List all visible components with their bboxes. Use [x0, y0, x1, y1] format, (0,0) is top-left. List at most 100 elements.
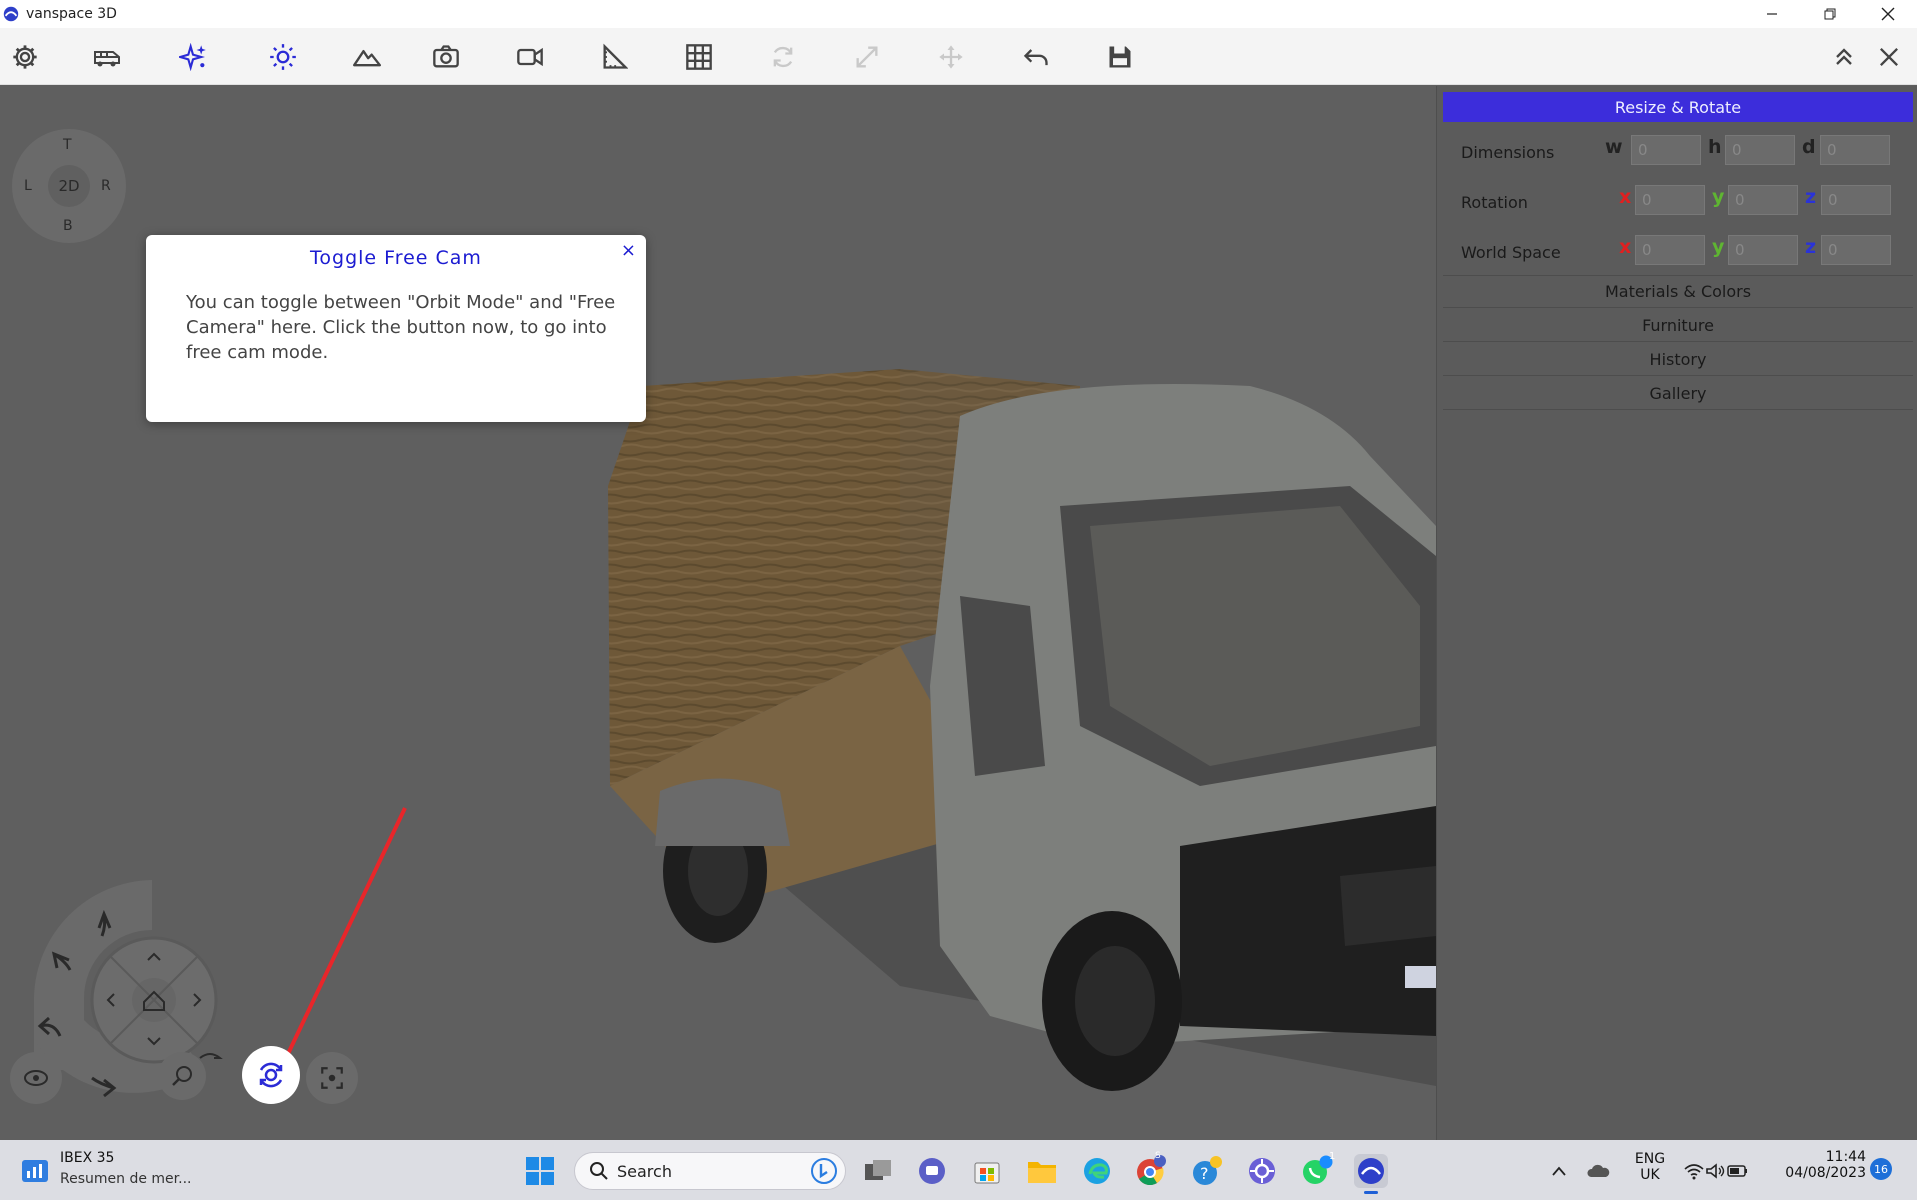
free-cam-toggle-button[interactable] [242, 1046, 300, 1104]
edge-browser-icon [1084, 1158, 1110, 1184]
lighting-button[interactable] [268, 42, 298, 72]
world-y-input[interactable]: 0 [1728, 235, 1798, 265]
properties-panel: Resize & Rotate Dimensions w 0 h 0 d 0 R… [1436, 86, 1917, 1140]
minimize-button[interactable] [1743, 0, 1801, 28]
rotation-y-input[interactable]: 0 [1728, 185, 1798, 215]
world-z-input[interactable]: 0 [1821, 235, 1891, 265]
section-materials-colors[interactable]: Materials & Colors [1443, 275, 1913, 308]
close-panel-button[interactable] [1874, 42, 1904, 72]
video-button[interactable] [515, 42, 545, 72]
tooltip-body: You can toggle between "Orbit Mode" and … [186, 292, 616, 363]
camera-icon [433, 45, 459, 68]
dimension-h-input[interactable]: 0 [1725, 135, 1795, 165]
video-camera-icon [517, 47, 543, 67]
grid-button[interactable] [684, 42, 714, 72]
chat-icon [919, 1158, 945, 1184]
dimension-w-input[interactable]: 0 [1631, 135, 1701, 165]
edge-button[interactable] [1080, 1154, 1114, 1188]
get-help-button[interactable]: ? [1190, 1154, 1224, 1188]
navigation-pad[interactable] [24, 870, 284, 1130]
world-x-input[interactable]: 0 [1635, 235, 1705, 265]
notification-count-badge[interactable]: 16 [1870, 1158, 1892, 1180]
visibility-button[interactable] [10, 1052, 62, 1104]
main-toolbar [0, 28, 1917, 85]
language-code: ENG [1634, 1151, 1666, 1167]
show-hidden-icons-button[interactable] [1542, 1154, 1576, 1188]
svg-text:?: ? [1200, 1164, 1209, 1183]
tooltip-close-button[interactable]: × [621, 240, 636, 261]
start-button[interactable] [523, 1154, 557, 1188]
section-furniture[interactable]: Furniture [1443, 309, 1913, 342]
rotation-z-label: z [1805, 186, 1817, 208]
free-cam-tooltip: Toggle Free Cam × You can toggle between… [146, 235, 646, 422]
whatsapp-button[interactable]: 1 [1300, 1151, 1335, 1188]
view-top-button[interactable]: T [63, 137, 72, 153]
file-explorer-button[interactable] [1025, 1154, 1059, 1188]
effects-button[interactable] [178, 42, 208, 72]
view-bottom-button[interactable]: B [63, 218, 73, 234]
cloud-icon [1587, 1164, 1610, 1177]
focus-button[interactable] [306, 1052, 358, 1104]
move-tool-button[interactable] [936, 42, 966, 72]
world-z-label: z [1805, 236, 1817, 258]
vanspace-icon [1358, 1158, 1384, 1184]
taskbar-search[interactable]: Search [574, 1152, 846, 1190]
section-gallery[interactable]: Gallery [1443, 377, 1913, 410]
close-window-button[interactable] [1859, 0, 1917, 28]
screenshot-button[interactable] [431, 42, 461, 72]
scale-tool-button[interactable] [852, 42, 882, 72]
orbit-camera-icon [259, 1062, 283, 1088]
view-2d-label: 2D [58, 177, 80, 195]
settings-button[interactable] [10, 42, 40, 72]
title-bar: vanspace 3D [0, 0, 1917, 28]
rotate-tool-button[interactable] [768, 42, 798, 72]
save-button[interactable] [1105, 42, 1135, 72]
view-right-button[interactable]: R [101, 178, 111, 194]
view-compass[interactable]: T L R B 2D [12, 129, 126, 243]
view-2d-button[interactable]: 2D [48, 165, 90, 207]
chevron-up-icon [1552, 1166, 1566, 1176]
resize-rotate-header[interactable]: Resize & Rotate [1443, 92, 1913, 122]
view-left-button[interactable]: L [24, 178, 32, 194]
terrain-button[interactable] [352, 42, 382, 72]
keyboard-layout: UK [1640, 1167, 1660, 1183]
quick-settings-button[interactable] [1676, 1154, 1756, 1188]
windows-taskbar: IBEX 35 Resumen de mer... Search S ? 1 E… [0, 1140, 1917, 1200]
collapse-panel-button[interactable] [1829, 42, 1859, 72]
bing-icon [811, 1158, 837, 1184]
store-icon [974, 1162, 1000, 1184]
task-view-icon [865, 1160, 891, 1180]
vehicle-button[interactable] [92, 42, 122, 72]
vanspace-taskbar-button[interactable] [1354, 1154, 1388, 1194]
app-logo-icon [3, 6, 19, 22]
news-subtitle: Resumen de mer... [60, 1171, 192, 1187]
task-view-button[interactable] [861, 1154, 895, 1188]
close-icon [1881, 7, 1895, 21]
dimension-h-label: h [1708, 136, 1722, 158]
teams-chat-button[interactable] [915, 1154, 949, 1188]
clock-time: 11:44 [1825, 1149, 1866, 1165]
dimension-d-input[interactable]: 0 [1820, 135, 1890, 165]
chrome-icon [1137, 1155, 1166, 1186]
chrome-button[interactable]: S [1134, 1151, 1168, 1188]
focus-frame-icon [321, 1067, 343, 1089]
news-widget-button[interactable] [18, 1154, 52, 1188]
battery-icon [1727, 1165, 1747, 1177]
clock[interactable]: 11:44 04/08/2023 [1780, 1149, 1866, 1181]
undo-button[interactable] [1021, 42, 1051, 72]
rotation-z-input[interactable]: 0 [1821, 185, 1891, 215]
eye-icon [24, 1070, 48, 1086]
restore-button[interactable] [1801, 0, 1859, 28]
zoom-button[interactable] [158, 1052, 206, 1100]
onedrive-button[interactable] [1581, 1154, 1615, 1188]
search-placeholder: Search [617, 1161, 672, 1181]
measure-button[interactable] [599, 42, 629, 72]
app-launcher-button[interactable] [1245, 1154, 1279, 1188]
section-history[interactable]: History [1443, 343, 1913, 376]
language-indicator[interactable]: ENG UK [1632, 1151, 1668, 1183]
rotation-x-input[interactable]: 0 [1635, 185, 1705, 215]
wifi-icon [1684, 1164, 1704, 1180]
clock-date: 04/08/2023 [1785, 1165, 1866, 1181]
store-button[interactable] [970, 1154, 1004, 1188]
search-icon [590, 1162, 608, 1180]
